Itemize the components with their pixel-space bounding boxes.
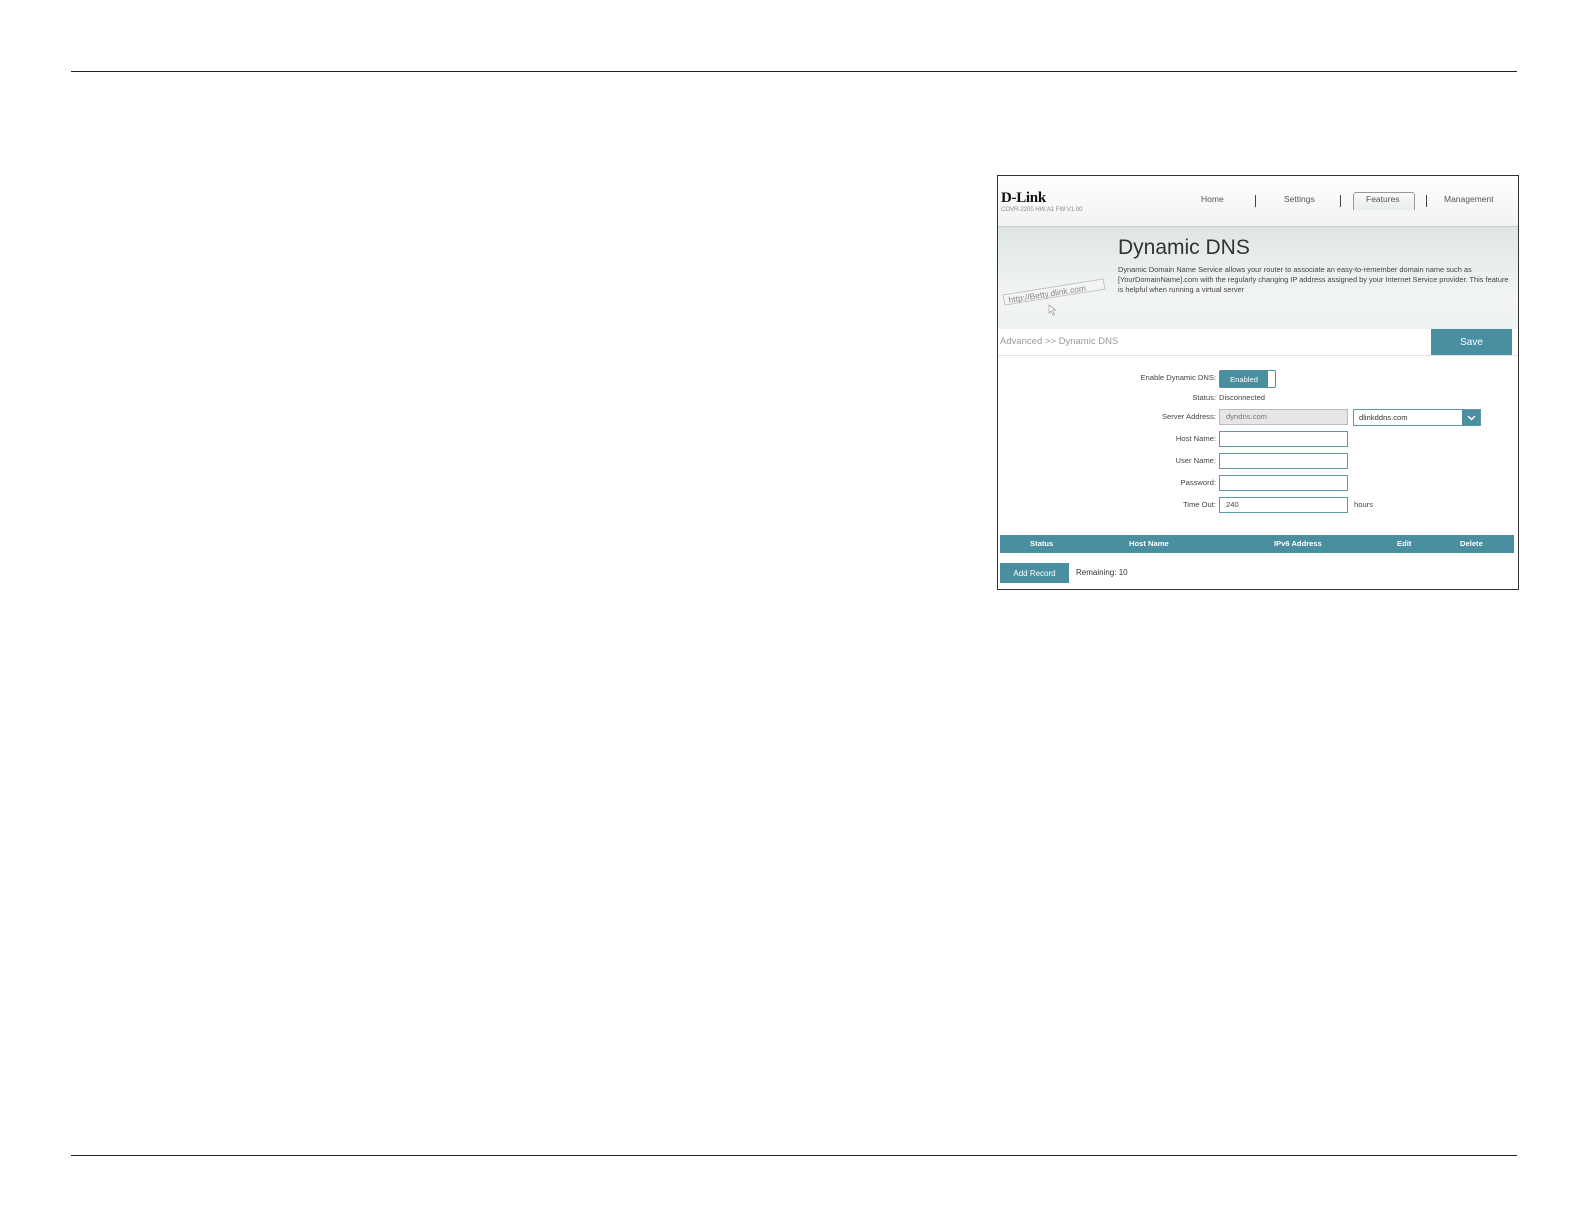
host-name-label: Host Name: bbox=[1175, 434, 1216, 443]
model-info: COVR-2200 HW:A1 FW:V1.00 bbox=[1001, 207, 1083, 213]
user-name-input[interactable] bbox=[1219, 453, 1348, 469]
status-label: Status: bbox=[1192, 393, 1216, 402]
nav-features[interactable]: Features bbox=[1366, 194, 1400, 204]
url-illustration-text: http://Betty.dlink.com bbox=[1008, 283, 1087, 305]
column-status: Status bbox=[1030, 539, 1054, 548]
nav-settings[interactable]: Settings bbox=[1284, 194, 1315, 204]
password-input[interactable] bbox=[1219, 475, 1348, 491]
column-host-name: Host Name bbox=[1129, 539, 1169, 548]
nav-home[interactable]: Home bbox=[1201, 194, 1224, 204]
router-ui-screenshot: D-Link COVR-2200 HW:A1 FW:V1.00 Home Set… bbox=[997, 175, 1519, 590]
host-name-input[interactable] bbox=[1219, 431, 1348, 447]
password-label: Password: bbox=[1180, 478, 1216, 487]
add-record-button[interactable]: Add Record bbox=[1000, 563, 1069, 583]
server-address-select[interactable]: dlinkddns.com bbox=[1353, 409, 1481, 426]
enable-ddns-toggle-value: Enabled bbox=[1220, 371, 1268, 387]
bottom-rule bbox=[71, 1155, 1517, 1156]
server-address-select-value: dlinkddns.com bbox=[1359, 413, 1408, 422]
remaining-count: Remaining: 10 bbox=[1076, 568, 1128, 577]
nav-separator bbox=[1426, 195, 1427, 207]
page-description: Dynamic Domain Name Service allows your … bbox=[1118, 265, 1509, 294]
top-header: D-Link COVR-2200 HW:A1 FW:V1.00 Home Set… bbox=[998, 176, 1518, 226]
enable-ddns-label: Enable Dynamic DNS: bbox=[1140, 373, 1216, 382]
time-out-label: Time Out: bbox=[1182, 500, 1216, 509]
url-bar-illustration-icon: http://Betty.dlink.com bbox=[1002, 278, 1106, 316]
time-out-unit: hours bbox=[1354, 500, 1373, 509]
dlink-logo: D-Link bbox=[1001, 190, 1046, 206]
nav-separator bbox=[1255, 195, 1256, 207]
ddns-records-table-header: Status Host Name IPv6 Address Edit Delet… bbox=[1000, 535, 1514, 553]
server-address-label: Server Address: bbox=[1161, 412, 1216, 421]
top-rule bbox=[71, 71, 1517, 72]
enable-ddns-toggle[interactable]: Enabled bbox=[1219, 370, 1276, 388]
page-title: Dynamic DNS bbox=[1118, 236, 1250, 259]
nav-management[interactable]: Management bbox=[1444, 194, 1494, 204]
page-banner: http://Betty.dlink.com Dynamic DNS Dynam… bbox=[998, 226, 1518, 330]
server-address-input[interactable]: dyndns.com bbox=[1219, 409, 1348, 425]
nav-separator bbox=[1340, 195, 1341, 207]
column-delete: Delete bbox=[1460, 539, 1483, 548]
save-button[interactable]: Save bbox=[1431, 329, 1512, 355]
user-name-label: User Name: bbox=[1175, 456, 1216, 465]
breadcrumb: Advanced >> Dynamic DNS bbox=[1000, 336, 1119, 347]
time-out-input[interactable]: 240 bbox=[1219, 497, 1348, 513]
column-edit: Edit bbox=[1397, 539, 1412, 548]
status-value: Disconnected bbox=[1219, 393, 1266, 402]
column-ipv6-address: IPv6 Address bbox=[1274, 539, 1322, 548]
chevron-down-icon[interactable] bbox=[1462, 410, 1480, 425]
